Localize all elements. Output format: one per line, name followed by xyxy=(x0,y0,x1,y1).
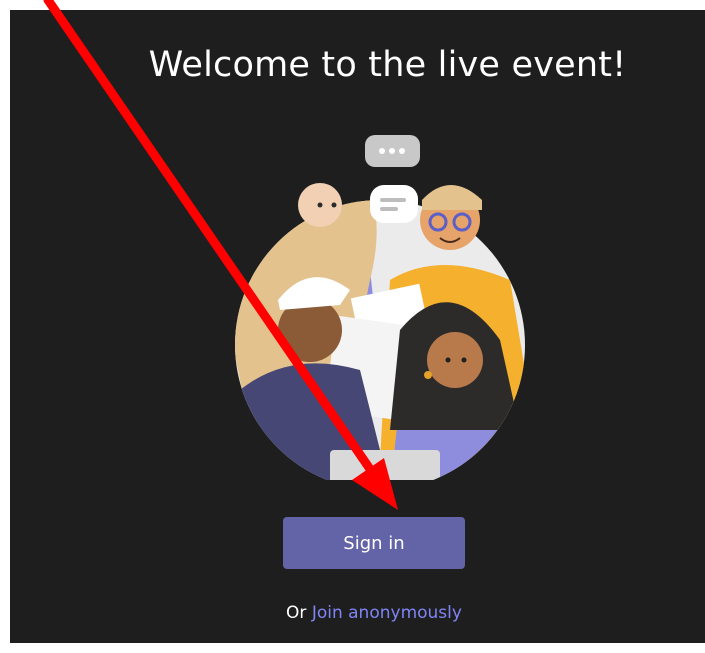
chat-bubble-white-icon xyxy=(370,185,418,223)
face-woman-lower xyxy=(427,332,483,388)
live-event-welcome-panel: Welcome to the live event! Sign in Or Jo… xyxy=(10,10,705,643)
or-text: Or xyxy=(286,603,312,623)
page-title: Welcome to the live event! xyxy=(148,45,627,85)
page: Welcome to the live event! Sign in Or Jo… xyxy=(0,0,705,653)
sign-in-button[interactable]: Sign in xyxy=(283,517,465,569)
people-group-illustration xyxy=(235,135,525,480)
join-anonymously-line: Or Join anonymously xyxy=(10,603,705,623)
join-anonymously-link[interactable]: Join anonymously xyxy=(312,603,462,623)
